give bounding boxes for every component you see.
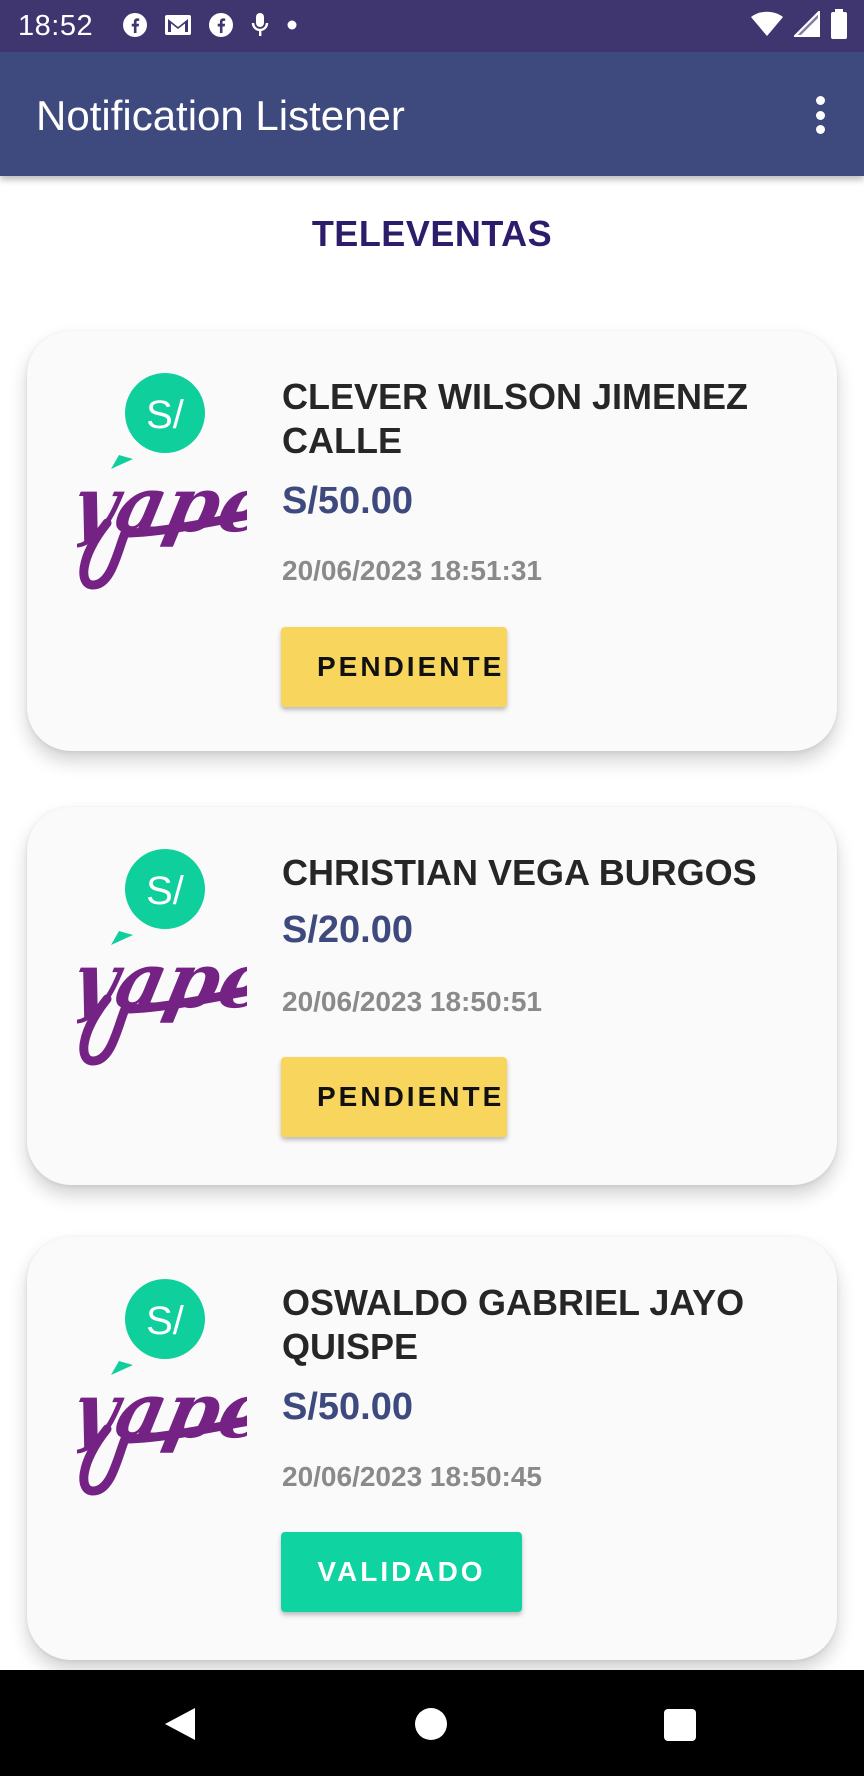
dot-icon (286, 18, 298, 36)
yape-logo-icon: S/ yape (62, 1269, 278, 1499)
payment-card[interactable]: S/ yape OSWALDO GABRIEL JAYO QUISPE S/50… (27, 1237, 837, 1660)
payment-datetime: 20/06/2023 18:51:31 (282, 555, 542, 586)
yape-logo-icon: S/ yape (62, 363, 278, 593)
payment-amount: S/20.00 (282, 909, 413, 951)
gmail-icon (164, 14, 192, 41)
payer-name: CHRISTIAN VEGA BURGOS (282, 852, 757, 893)
section-title: TELEVENTAS (311, 213, 553, 254)
battery-icon (830, 8, 848, 44)
notification-icons (122, 12, 298, 43)
app-bar: Notification Listener (0, 52, 864, 176)
payment-card[interactable]: S/ yape CLEVER WILSON JIMENEZ CALLE S/50… (27, 331, 837, 751)
yape-badge-text: S/ (146, 393, 185, 437)
status-button-validado[interactable]: VALIDADO (281, 1532, 522, 1612)
home-icon[interactable] (415, 1708, 447, 1740)
signal-icon (792, 8, 821, 42)
yape-badge-text: S/ (146, 1299, 185, 1343)
recents-icon[interactable] (664, 1709, 696, 1741)
app-title: Notification Listener (36, 92, 405, 139)
payment-amount: S/50.00 (282, 1386, 413, 1428)
wifi-icon (750, 11, 784, 42)
overflow-menu-icon[interactable] (800, 90, 840, 140)
payer-name: CLEVER WILSON JIMENEZ CALLE (282, 376, 749, 461)
status-time: 18:52 (18, 10, 94, 42)
payment-datetime: 20/06/2023 18:50:45 (282, 1461, 542, 1492)
yape-logo-icon: S/ yape (62, 839, 278, 1069)
status-bar: 18:52 (0, 0, 864, 52)
system-icons (750, 8, 848, 42)
status-button-pendiente[interactable]: PENDIENTE (281, 627, 507, 707)
payment-datetime: 20/06/2023 18:50:51 (282, 986, 542, 1017)
facebook-icon (208, 12, 234, 43)
payment-card[interactable]: S/ yape CHRISTIAN VEGA BURGOS S/20.00 20… (27, 807, 837, 1185)
status-button-pendiente[interactable]: PENDIENTE (281, 1057, 507, 1137)
payment-amount: S/50.00 (282, 480, 413, 522)
back-icon[interactable] (163, 1706, 197, 1747)
yape-badge-text: S/ (146, 869, 185, 913)
navigation-bar (0, 1670, 864, 1776)
microphone-icon (250, 12, 270, 43)
payer-name: OSWALDO GABRIEL JAYO QUISPE (282, 1282, 745, 1367)
facebook-icon (122, 12, 148, 43)
